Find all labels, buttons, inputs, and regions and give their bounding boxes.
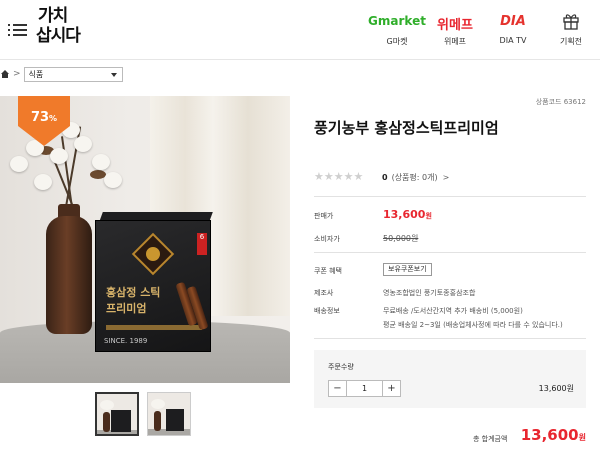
consumer-price-label: 소비자가 — [314, 235, 340, 243]
discount-badge: 73% — [18, 96, 70, 146]
box-title: 홍삼정 스틱 프리미엄 — [106, 286, 161, 315]
diatv-link[interactable]: DIA DIA TV — [484, 0, 542, 60]
star-icon: ★ — [323, 170, 334, 183]
site-header: 가치 삽시다 Gmarket G마켓 위메프 위메프 DIA DIA TV 기획전 — [0, 0, 600, 60]
discount-value: 73 — [30, 110, 50, 125]
hamburger-menu-icon[interactable] — [8, 22, 28, 38]
category-select-value: 식품 — [28, 69, 44, 79]
special-exhibition-link[interactable]: 기획전 — [542, 0, 600, 60]
star-icon: ★ — [333, 170, 344, 183]
shipping-line-2: 평균 배송일 2~3일 (배송업체사정에 따라 다를 수 있습니다.) — [383, 321, 563, 329]
home-icon[interactable] — [0, 69, 10, 79]
review-text: (상품평: 0개) — [391, 173, 438, 182]
thumbnail-list — [95, 392, 199, 436]
diatv-logo: DIA — [500, 14, 526, 29]
site-logo[interactable]: 가치 삽시다 — [36, 6, 94, 54]
gmarket-link[interactable]: Gmarket G마켓 — [368, 0, 426, 60]
consumer-price: 50,000원 — [383, 234, 419, 243]
thumbnail-2[interactable] — [147, 392, 191, 436]
quantity-stepper: − 1 + — [328, 380, 401, 397]
box-tag: 6 — [197, 233, 207, 255]
shipping-label: 배송정보 — [314, 307, 340, 315]
divider — [314, 338, 586, 339]
ginseng-sticks-image — [175, 281, 209, 331]
quantity-input[interactable]: 1 — [347, 380, 382, 397]
star-icon: ★ — [343, 170, 354, 183]
diatv-label: DIA TV — [499, 36, 527, 45]
product-title: 풍기농부 홍삼정스틱프리미엄 — [314, 119, 499, 137]
increase-button[interactable]: + — [382, 380, 401, 397]
total-label: 총 합계금액 — [473, 435, 508, 443]
breadcrumb-separator: > — [13, 69, 21, 79]
shipping-line-1: 무료배송 /도서산간지역 추가 배송비 (5,000원) — [383, 307, 523, 315]
maker-value: 영농조합법인 풍기토종홍삼조합 — [383, 289, 476, 297]
chevron-down-icon — [110, 72, 117, 77]
order-options: 주문수량 − 1 + 13,600원 — [314, 350, 586, 408]
coupon-label: 쿠폰 혜택 — [314, 267, 342, 275]
sale-price-label: 판매가 — [314, 212, 334, 220]
divider — [314, 196, 586, 197]
gift-icon — [563, 14, 579, 30]
maker-label: 제조사 — [314, 289, 334, 297]
product-code: 상품코드 63612 — [535, 98, 586, 106]
logo-wordmark: 가치 삽시다 — [36, 6, 81, 46]
quantity-label: 주문수량 — [328, 363, 354, 371]
vase-image — [46, 216, 92, 334]
divider — [314, 252, 586, 253]
total-price: 13,600원 — [520, 426, 586, 444]
gmarket-logo: Gmarket — [368, 14, 426, 28]
special-exhibition-label: 기획전 — [559, 37, 583, 46]
breadcrumb: > 식품 — [0, 66, 123, 82]
decrease-button[interactable]: − — [328, 380, 347, 397]
wemakeprice-logo: 위메프 — [437, 18, 473, 33]
star-icon: ★ — [353, 170, 364, 183]
partner-links: Gmarket G마켓 위메프 위메프 DIA DIA TV 기획전 — [368, 0, 600, 60]
box-since: SINCE. 1989 — [104, 337, 148, 345]
rating-stars: ★ ★ ★ ★ ★ — [314, 171, 363, 182]
line-price: 13,600원 — [538, 384, 574, 393]
discount-unit: % — [49, 114, 58, 123]
wemakeprice-link[interactable]: 위메프 위메프 — [426, 0, 484, 60]
wemakeprice-label: 위메프 — [443, 37, 467, 46]
review-count: 0 — [382, 173, 388, 182]
review-link[interactable]: 0 (상품평: 0개) > — [382, 172, 449, 183]
view-coupons-button[interactable]: 보유쿠폰보기 — [383, 263, 432, 276]
chevron-right-icon: > — [442, 173, 450, 182]
category-select[interactable]: 식품 — [23, 66, 123, 82]
gmarket-label: G마켓 — [386, 37, 408, 46]
star-icon: ★ — [314, 170, 324, 183]
thumbnail-1[interactable] — [95, 392, 139, 436]
sale-price: 13,600원 — [383, 208, 432, 221]
